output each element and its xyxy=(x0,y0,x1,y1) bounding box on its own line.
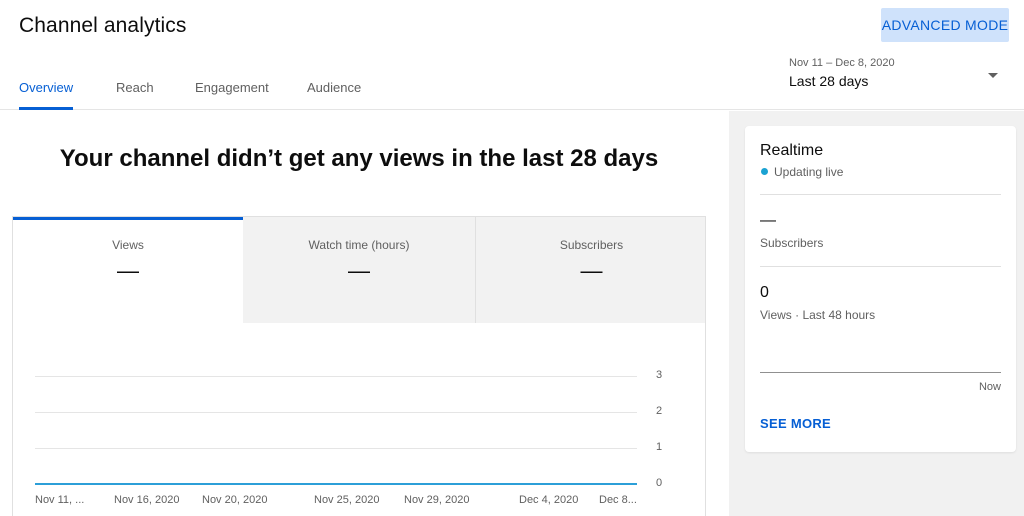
tab-engagement[interactable]: Engagement xyxy=(195,80,269,95)
x-tick-label: Nov 16, 2020 xyxy=(114,494,180,506)
metric-label: Watch time (hours) xyxy=(308,238,410,252)
see-more-link[interactable]: SEE MORE xyxy=(760,416,831,431)
date-range-label: Last 28 days xyxy=(789,73,869,89)
tab-overview[interactable]: Overview xyxy=(19,80,73,95)
metric-tab-subscribers[interactable]: Subscribers — xyxy=(476,217,705,323)
active-tab-indicator xyxy=(19,107,73,110)
tab-audience[interactable]: Audience xyxy=(307,80,361,95)
tab-reach[interactable]: Reach xyxy=(116,80,154,95)
realtime-status: Updating live xyxy=(774,165,844,179)
realtime-views-label: Views · Last 48 hours xyxy=(760,308,876,322)
divider xyxy=(760,194,1001,195)
x-tick-label: Nov 25, 2020 xyxy=(314,494,380,506)
realtime-card: Realtime Updating live — Subscribers 0 V… xyxy=(745,126,1016,452)
chart-gridline xyxy=(35,376,637,377)
series-line xyxy=(35,483,637,485)
metric-tab-views[interactable]: Views — xyxy=(13,217,243,323)
header: Channel analytics ADVANCED MODE Overview… xyxy=(0,0,1024,110)
x-tick-label: Nov 11, ... xyxy=(35,494,85,506)
realtime-views-value: 0 xyxy=(760,284,769,301)
realtime-subscribers-value: — xyxy=(760,212,776,229)
metric-label: Subscribers xyxy=(559,238,624,252)
y-tick-label: 2 xyxy=(656,405,663,417)
y-tick-label: 3 xyxy=(656,369,663,381)
y-tick-label: 1 xyxy=(656,441,663,453)
x-tick-label: Dec 8... xyxy=(599,494,637,506)
chevron-down-icon[interactable] xyxy=(988,73,998,78)
divider xyxy=(760,266,1001,267)
realtime-now-label: Now xyxy=(978,381,1001,393)
chart-gridline xyxy=(35,412,637,413)
views-line-chart: 0 1 2 3 Nov 11, ... Nov 16, 2020 Nov 20, 2020 N… xyxy=(0,350,700,516)
chart-gridline xyxy=(35,448,637,449)
x-tick-label: Nov 29, 2020 xyxy=(404,494,470,506)
metric-value: — xyxy=(348,258,370,283)
advanced-mode-button[interactable]: ADVANCED MODE xyxy=(881,8,1009,42)
y-tick-label: 0 xyxy=(656,477,663,489)
metric-label: Views xyxy=(112,238,144,252)
date-range-selector[interactable]: Nov 11 – Dec 8, 2020 Last 28 days xyxy=(789,57,1009,89)
x-tick-label: Nov 20, 2020 xyxy=(202,494,268,506)
realtime-title: Realtime xyxy=(760,142,824,159)
metric-value: — xyxy=(580,258,603,283)
metric-tab-watch-time[interactable]: Watch time (hours) — xyxy=(243,217,475,323)
live-indicator-dot xyxy=(761,168,768,175)
realtime-subscribers-label: Subscribers xyxy=(760,236,824,250)
realtime-chart-axis xyxy=(760,372,1001,373)
metric-value: — xyxy=(117,258,139,283)
page-title: Channel analytics xyxy=(19,14,187,37)
no-views-headline: Your channel didn’t get any views in the… xyxy=(59,145,659,172)
x-tick-label: Dec 4, 2020 xyxy=(519,494,579,506)
date-range-text: Nov 11 – Dec 8, 2020 xyxy=(789,57,895,69)
